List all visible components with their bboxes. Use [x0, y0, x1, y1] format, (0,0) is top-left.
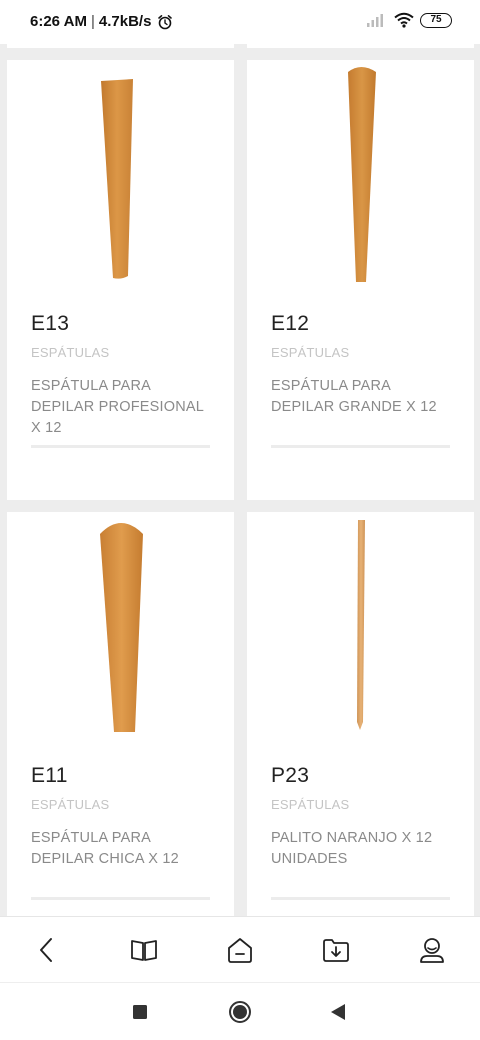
profile-icon[interactable] [415, 933, 449, 967]
status-separator: | [90, 13, 95, 30]
product-category: ESPÁTULAS [271, 797, 350, 812]
home-icon[interactable] [223, 933, 257, 967]
product-card[interactable]: E11 ESPÁTULAS ESPÁTULA PARA DEPILAR CHIC… [7, 512, 234, 916]
product-description[interactable]: ESPÁTULA PARA DEPILAR PROFESIONAL X 12 [31, 376, 217, 439]
product-card[interactable]: P23 ESPÁTULAS PALITO NARANJO X 12 UNIDAD… [247, 512, 474, 916]
book-icon[interactable] [127, 933, 161, 967]
product-card[interactable]: E12 ESPÁTULAS ESPÁTULA PARA DEPILAR GRAN… [247, 60, 474, 500]
status-right: 75 [366, 12, 452, 28]
card-divider [31, 897, 210, 900]
product-category: ESPÁTULAS [271, 345, 350, 360]
home-circle-icon[interactable] [228, 1000, 252, 1024]
product-description[interactable]: PALITO NARANJO X 12 UNIDADES [271, 828, 457, 870]
product-category: ESPÁTULAS [31, 345, 110, 360]
signal-icon [366, 12, 386, 28]
status-time: 6:26 AM [30, 13, 87, 30]
recents-square-icon[interactable] [128, 1000, 152, 1024]
battery-icon: 75 [420, 12, 452, 28]
card-divider [271, 897, 450, 900]
back-icon[interactable] [30, 933, 64, 967]
card-divider [271, 445, 450, 448]
back-triangle-icon[interactable] [326, 1000, 350, 1024]
bottom-navigation [0, 916, 480, 982]
product-image-spatula-large[interactable] [247, 60, 474, 300]
product-image-spatula-professional[interactable] [7, 60, 234, 300]
network-speed: 4.7kB/s [98, 13, 152, 30]
product-description[interactable]: ESPÁTULA PARA DEPILAR GRANDE X 12 [271, 376, 457, 418]
product-code[interactable]: E13 [31, 312, 69, 336]
status-left: 6:26 AM | 4.7kB/s [30, 13, 173, 30]
product-grid: E13 ESPÁTULAS ESPÁTULA PARA DEPILAR PROF… [0, 0, 480, 916]
card-divider [31, 445, 210, 448]
product-code[interactable]: P23 [271, 764, 309, 788]
product-card[interactable]: E13 ESPÁTULAS ESPÁTULA PARA DEPILAR PROF… [7, 60, 234, 500]
status-bar: 6:26 AM | 4.7kB/s 75 [0, 0, 480, 44]
product-image-spatula-small[interactable] [7, 512, 234, 752]
download-folder-icon[interactable] [319, 933, 353, 967]
product-code[interactable]: E12 [271, 312, 309, 336]
product-code[interactable]: E11 [31, 764, 68, 788]
alarm-icon [157, 14, 173, 30]
product-image-orange-stick[interactable] [247, 512, 474, 752]
system-navigation [0, 982, 480, 1040]
wifi-icon [394, 12, 414, 28]
product-description[interactable]: ESPÁTULA PARA DEPILAR CHICA X 12 [31, 828, 217, 870]
product-category: ESPÁTULAS [31, 797, 110, 812]
